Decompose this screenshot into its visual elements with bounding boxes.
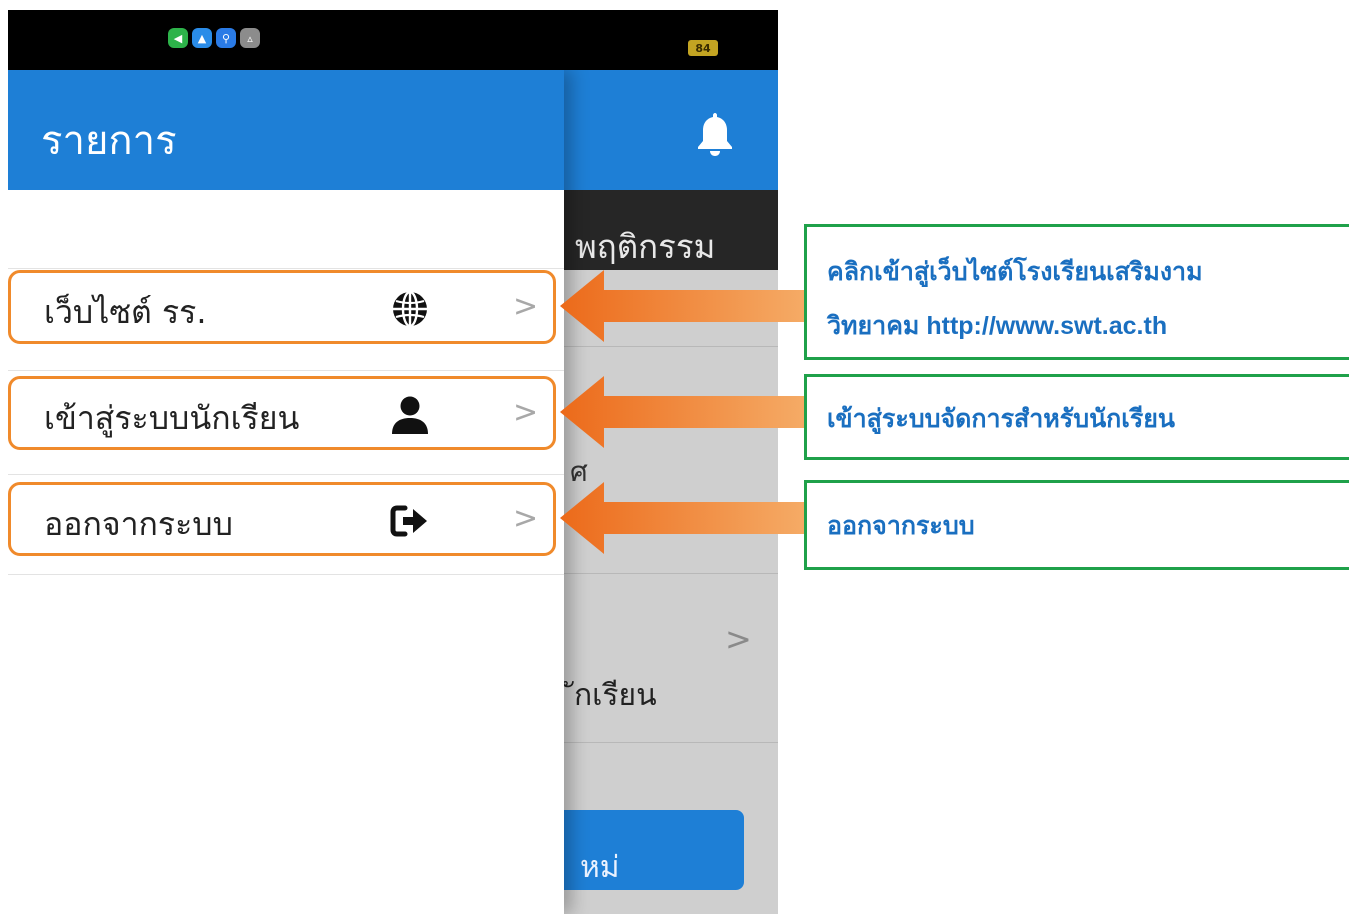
annotation-callout-website: คลิกเข้าสู่เว็บไซต์โรงเรียนเสริมงาม วิทย… (804, 224, 1349, 360)
menu-item-label: เข้าสู่ระบบนักเรียน (44, 399, 300, 437)
phone-screen: ◀ ▲ ⚲ ▵ 84 พฤติกรรม ศ > ักเรียน หม่ รายก… (8, 10, 778, 914)
background-divider (564, 346, 778, 347)
menu-item-label: ออกจากระบบ (44, 505, 233, 543)
messages-icon: ◀ (168, 28, 188, 48)
menu-item-student-login[interactable]: เข้าสู่ระบบนักเรียน > (8, 376, 556, 450)
globe-icon (393, 290, 427, 328)
bell-icon[interactable] (695, 110, 735, 158)
maps-icon: ▲ (192, 28, 212, 48)
usb-icon: ⚲ (216, 28, 236, 48)
side-drawer: รายการ เว็บไซต์ รร. > เข้าสู่ระบบนักเรีย… (8, 70, 564, 914)
status-bar: ◀ ▲ ⚲ ▵ 84 (8, 10, 778, 70)
drawer-title: รายการ (41, 118, 177, 164)
annotation-arrow-icon (560, 376, 805, 448)
menu-item-logout[interactable]: ออกจากระบบ > (8, 482, 556, 556)
background-divider (564, 742, 778, 743)
annotation-text: เข้าสู่ระบบจัดการสำหรับนักเรียน (827, 405, 1176, 433)
menu-item-label: เว็บไซต์ รร. (44, 293, 207, 331)
background-app-header (564, 70, 778, 190)
chevron-right-icon: > (513, 289, 539, 324)
background-button[interactable] (548, 810, 744, 890)
background-divider (564, 573, 778, 574)
menu-divider (8, 370, 564, 371)
menu-divider (8, 574, 564, 575)
annotation-arrow-icon (560, 482, 805, 554)
background-partial-text: ักเรียน (574, 678, 657, 713)
sign-out-icon (390, 505, 427, 537)
menu-divider (8, 474, 564, 475)
annotation-arrow-icon (560, 270, 805, 342)
chevron-right-icon: > (725, 620, 752, 658)
chevron-right-icon: > (513, 395, 539, 430)
user-icon (392, 396, 428, 434)
annotation-text: วิทยาคม http://www.swt.ac.th (827, 312, 1168, 340)
background-button-label: หม่ (580, 850, 620, 885)
menu-divider (8, 268, 564, 269)
annotation-text: ออกจากระบบ (827, 512, 975, 540)
store-icon: ▵ (240, 28, 260, 48)
annotation-callout-student-login: เข้าสู่ระบบจัดการสำหรับนักเรียน (804, 374, 1349, 460)
battery-indicator: 84 (688, 40, 718, 56)
drawer-header: รายการ (8, 70, 564, 190)
status-app-icons: ◀ ▲ ⚲ ▵ (168, 28, 260, 48)
menu-item-school-website[interactable]: เว็บไซต์ รร. > (8, 270, 556, 344)
annotation-text: คลิกเข้าสู่เว็บไซต์โรงเรียนเสริมงาม (827, 258, 1203, 286)
annotation-callout-logout: ออกจากระบบ (804, 480, 1349, 570)
chevron-right-icon: > (513, 501, 539, 536)
